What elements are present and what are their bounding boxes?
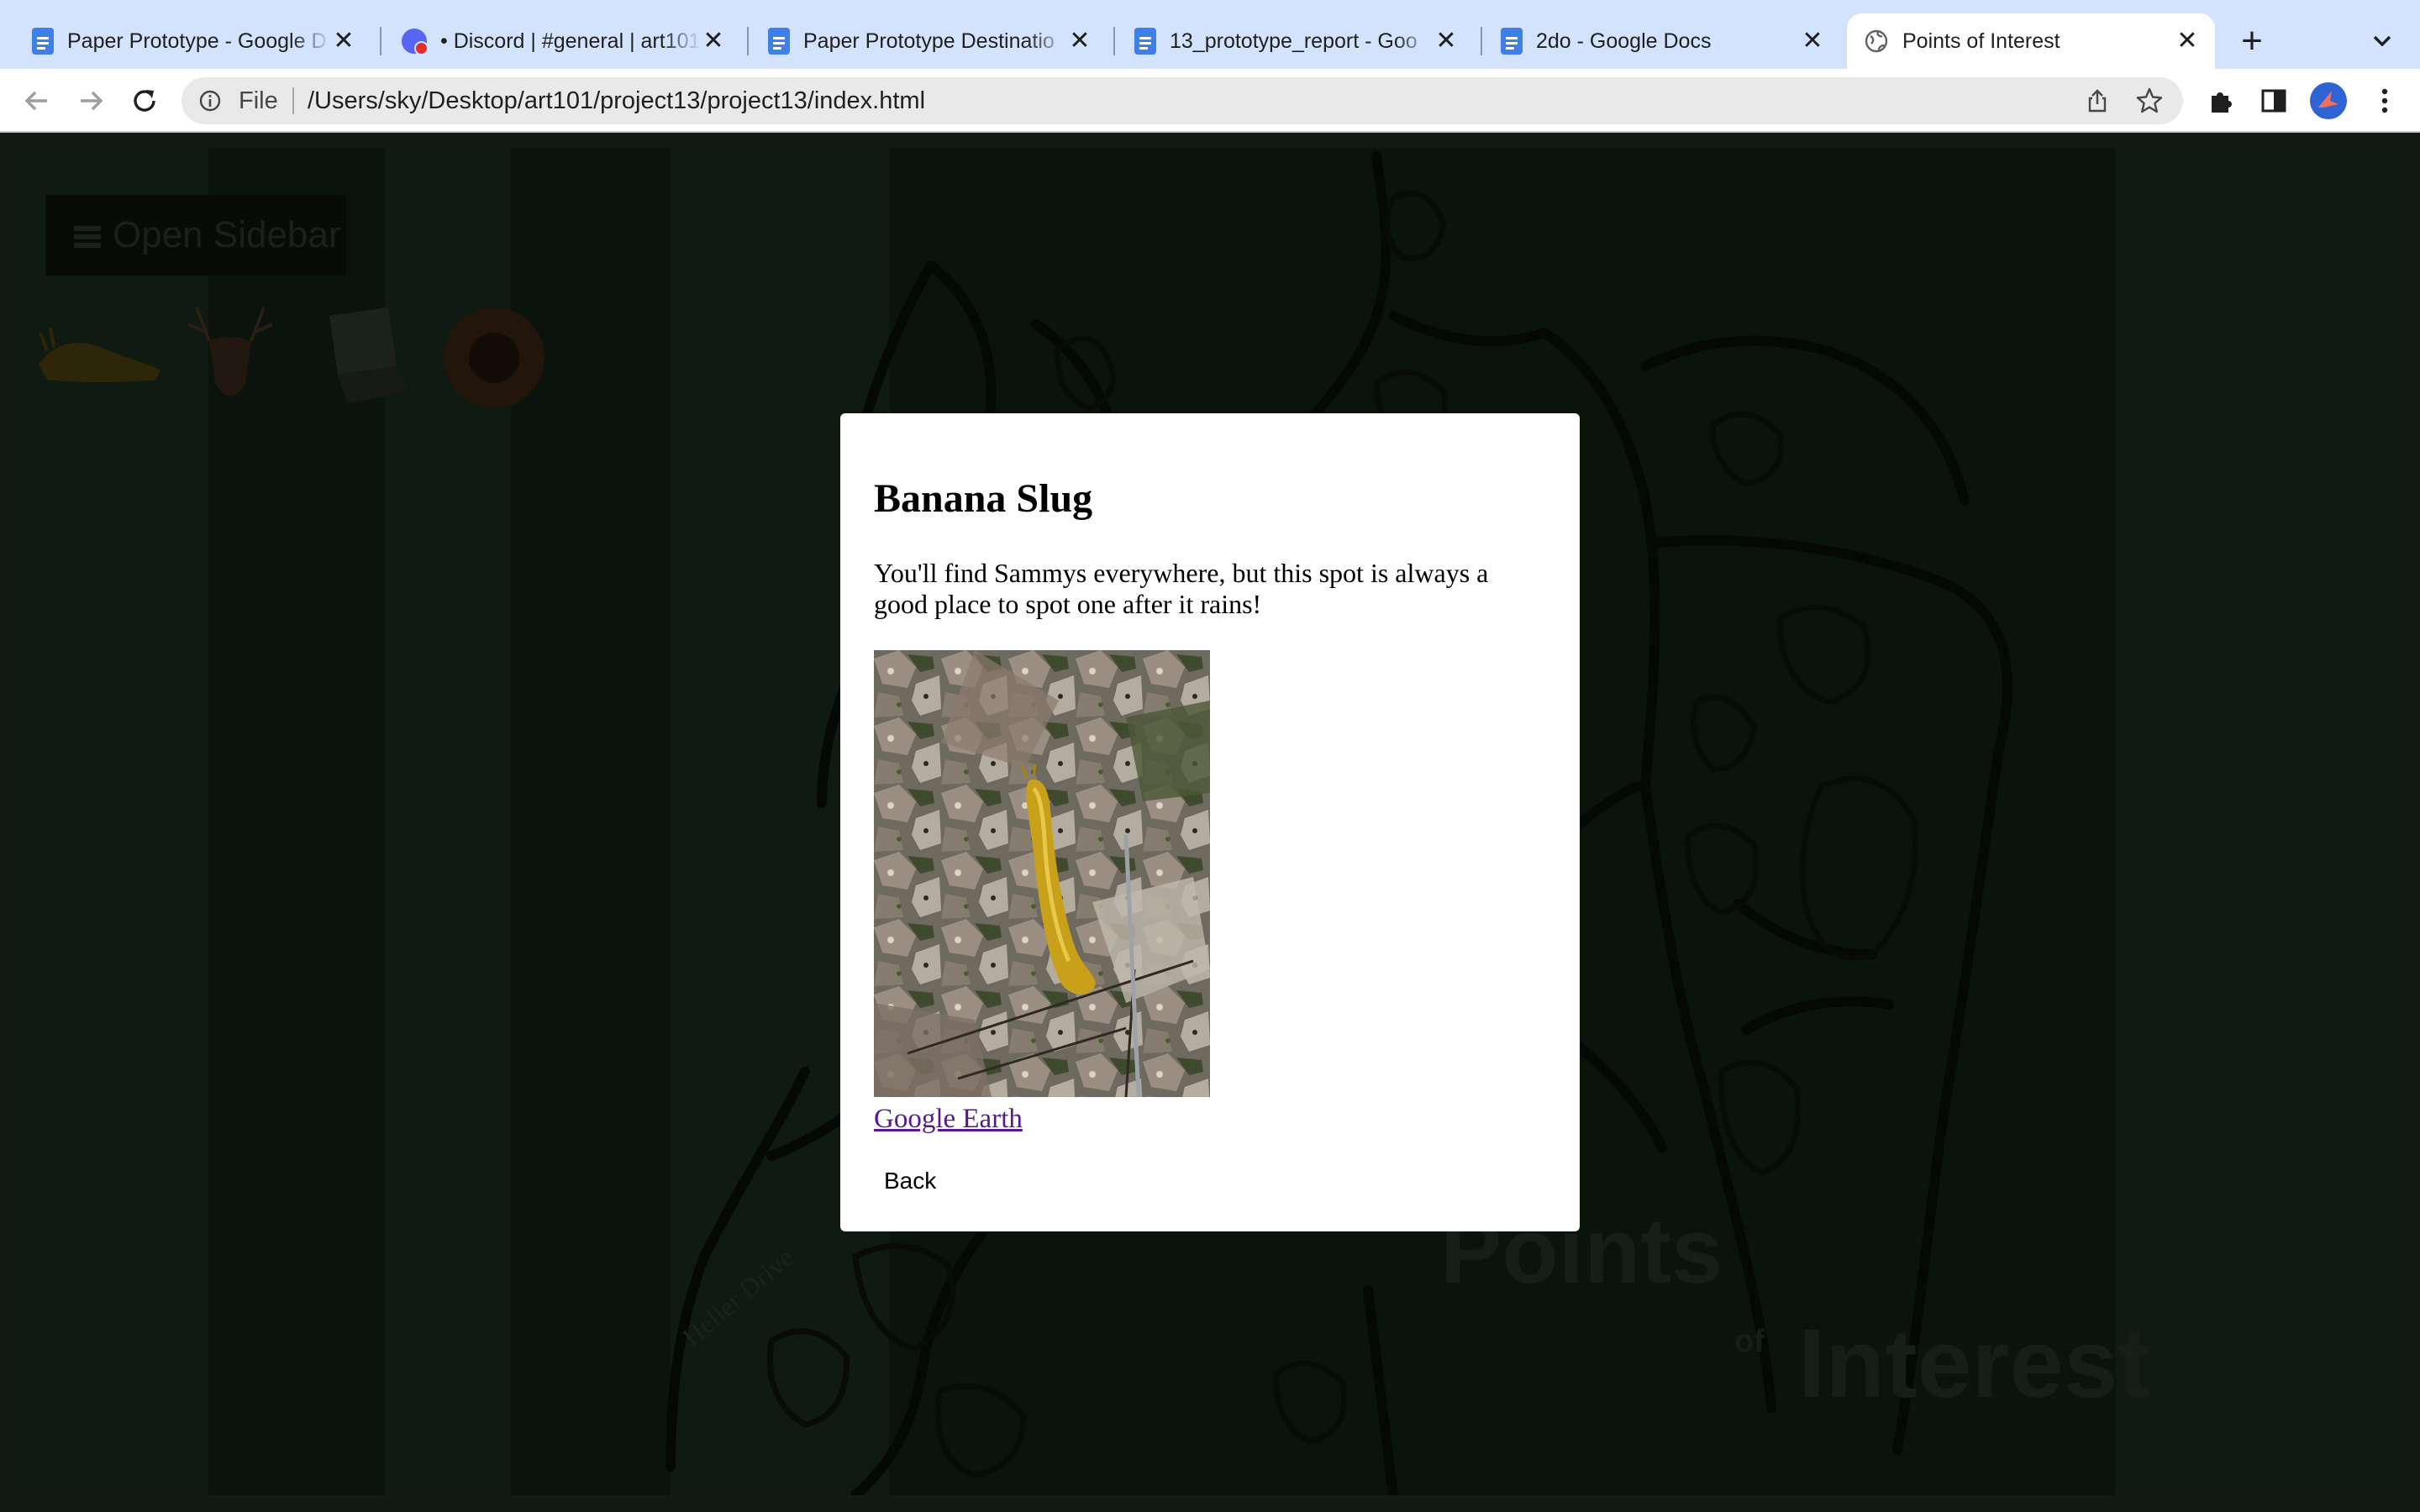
tab-discord[interactable]: • Discord | #general | art101 ✕ (385, 13, 741, 69)
extensions-puzzle-icon[interactable] (2207, 86, 2237, 116)
tab-2do[interactable]: 2do - Google Docs ✕ (1484, 13, 1840, 69)
forward-arrow-icon[interactable] (74, 84, 108, 118)
close-icon[interactable]: ✕ (701, 29, 726, 54)
tab-title: • Discord | #general | art101 (440, 29, 701, 53)
close-icon[interactable]: ✕ (1800, 29, 1825, 54)
tab-title: Points of Interest (1902, 29, 2060, 53)
tab-search-chevron-icon[interactable] (2368, 22, 2396, 60)
tab-strip: Paper Prototype - Google D ✕ • Discord |… (0, 0, 2420, 69)
tab-title: 13_prototype_report - Goo (1170, 29, 1418, 53)
share-icon[interactable] (2084, 87, 2111, 114)
google-docs-icon (1501, 28, 1523, 55)
profile-avatar[interactable] (2310, 82, 2347, 119)
google-earth-link[interactable]: Google Earth (874, 1104, 1023, 1135)
modal-description: You'll find Sammys everywhere, but this … (874, 558, 1489, 619)
slug-icon[interactable] (30, 299, 165, 391)
tab-prototype-report[interactable]: 13_prototype_report - Goo ✕ (1118, 13, 1474, 69)
globe-icon (1865, 29, 1888, 53)
google-docs-icon (1134, 28, 1156, 55)
open-sidebar-button[interactable]: Open Sidebar (45, 195, 346, 276)
google-docs-icon (32, 28, 54, 55)
tab-paper-prototype[interactable]: Paper Prototype - Google D ✕ (15, 13, 371, 69)
tab-separator (747, 27, 749, 55)
bookmark-star-icon[interactable] (2134, 86, 2165, 116)
tab-title: Paper Prototype Destinatio (803, 29, 1055, 53)
sunflower-icon[interactable] (435, 299, 553, 417)
poi-modal: Banana Slug You'll find Sammys everywher… (840, 413, 1580, 1231)
close-icon[interactable]: ✕ (1434, 29, 1459, 54)
discord-icon (402, 29, 429, 55)
hamburger-icon (74, 226, 101, 249)
side-panel-icon[interactable] (2259, 86, 2289, 116)
open-sidebar-label: Open Sidebar (113, 214, 341, 255)
map-title-interest: Interest (1798, 1309, 2151, 1418)
new-tab-button[interactable]: + (2235, 18, 2269, 64)
deer-icon[interactable] (171, 299, 289, 425)
banana-slug-photo (874, 650, 1210, 1097)
tab-title: 2do - Google Docs (1536, 29, 1712, 53)
modal-title: Banana Slug (874, 476, 1093, 521)
map-title-of: of (1734, 1324, 1765, 1359)
more-menu-icon[interactable] (2375, 84, 2395, 118)
info-icon[interactable] (198, 89, 222, 113)
divider (292, 87, 294, 114)
laptop-icon[interactable] (304, 299, 422, 417)
close-icon[interactable]: ✕ (1067, 29, 1092, 54)
close-icon[interactable]: ✕ (2175, 29, 2200, 54)
address-bar[interactable]: File /Users/sky/Desktop/art101/project13… (182, 77, 2183, 124)
browser-toolbar: File /Users/sky/Desktop/art101/project13… (0, 69, 2420, 133)
url-text[interactable]: /Users/sky/Desktop/art101/project13/proj… (308, 87, 925, 115)
tab-points-of-interest[interactable]: Points of Interest ✕ (1847, 13, 2215, 69)
tab-title: Paper Prototype - Google D (67, 29, 327, 53)
profile-bird-icon (2318, 91, 2338, 108)
close-icon[interactable]: ✕ (331, 29, 356, 54)
url-scheme-label: File (239, 87, 278, 114)
tab-separator (1481, 27, 1482, 55)
tab-separator (380, 27, 381, 55)
back-button[interactable]: Back (874, 1161, 947, 1201)
tab-paper-prototype-destination[interactable]: Paper Prototype Destinatio ✕ (751, 13, 1107, 69)
tab-separator (1113, 27, 1115, 55)
back-arrow-icon[interactable] (20, 84, 54, 118)
google-docs-icon (768, 28, 790, 55)
reload-icon[interactable] (128, 84, 161, 118)
